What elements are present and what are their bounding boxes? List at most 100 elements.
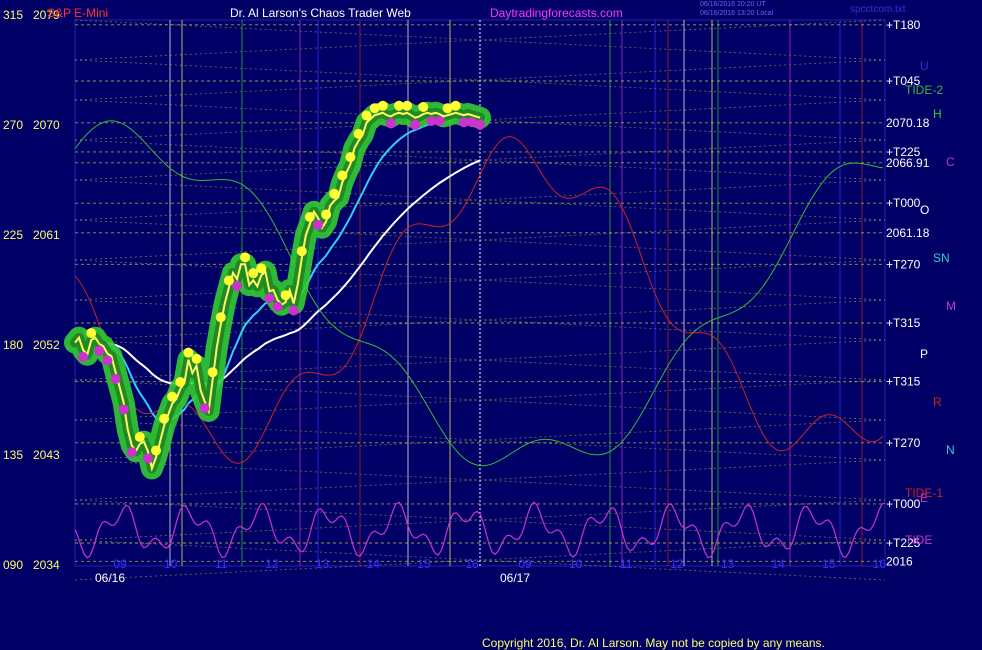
buy-marker bbox=[280, 290, 291, 301]
timestamp-ut: 06/16/2016 20:20 UT bbox=[700, 1, 766, 8]
planet-label: M bbox=[946, 299, 956, 313]
sell-marker bbox=[102, 355, 113, 366]
planet-label: H bbox=[933, 107, 942, 121]
buy-marker bbox=[345, 152, 356, 163]
site-link[interactable]: Daytradingforecasts.com bbox=[490, 6, 623, 20]
hour-tick-label: 12 bbox=[670, 557, 684, 571]
angle-tick-label: 180 bbox=[3, 338, 23, 352]
sell-marker bbox=[232, 281, 242, 291]
right-scale-label: 2016 bbox=[886, 554, 913, 568]
data-filename: spcctcom.txt bbox=[850, 4, 906, 15]
sell-marker bbox=[272, 301, 283, 312]
hour-tick-label: 14 bbox=[771, 557, 785, 571]
buy-marker bbox=[159, 413, 170, 424]
sell-marker bbox=[410, 119, 421, 130]
sell-marker bbox=[288, 305, 299, 316]
copyright-notice: Copyright 2016, Dr. Al Larson. May not b… bbox=[482, 636, 825, 650]
planet-label: U bbox=[920, 59, 929, 73]
sell-marker bbox=[199, 403, 210, 414]
buy-marker bbox=[256, 263, 267, 274]
chart-canvas: 09 10 11 12 13 14 15 16 09 10 11 12 13 14 15 16 06/16 06/… bbox=[3, 8, 956, 585]
buy-marker bbox=[86, 328, 97, 339]
sell-marker bbox=[126, 447, 137, 458]
planet-label: P bbox=[920, 347, 928, 361]
hour-tick-label: 09 bbox=[518, 557, 532, 571]
buy-marker bbox=[321, 209, 332, 220]
timestamp-local: 06/16/2016 13:20 Local bbox=[700, 10, 774, 17]
sell-marker bbox=[475, 119, 485, 130]
price-series bbox=[64, 101, 491, 480]
right-scale-label: +T315 bbox=[886, 316, 921, 330]
buy-marker bbox=[329, 188, 340, 199]
buy-marker bbox=[215, 312, 226, 323]
angle-tick-label: 090 bbox=[3, 558, 23, 572]
hour-tick-label: 11 bbox=[620, 557, 633, 571]
buy-marker bbox=[151, 445, 161, 456]
sell-marker bbox=[78, 351, 89, 362]
sell-marker bbox=[313, 219, 323, 230]
tide-label: TIDE-2 bbox=[905, 83, 943, 97]
slow-average-line bbox=[74, 159, 481, 386]
sell-marker bbox=[434, 116, 445, 126]
hour-tick-label: 12 bbox=[265, 557, 279, 571]
right-scale-label: 2070.18 bbox=[886, 116, 930, 130]
buy-marker bbox=[450, 100, 461, 111]
buy-marker bbox=[377, 100, 388, 111]
right-scale-label: +T270 bbox=[886, 436, 921, 450]
buy-marker bbox=[207, 367, 218, 378]
angle-tick-label: 270 bbox=[3, 118, 23, 132]
buy-marker bbox=[296, 246, 307, 257]
hour-tick-label: 16 bbox=[465, 557, 479, 571]
buy-marker bbox=[337, 170, 348, 181]
right-scale-label: 2066.91 bbox=[886, 156, 930, 170]
date-label: 06/17 bbox=[500, 571, 530, 585]
sell-marker bbox=[118, 404, 129, 415]
hour-tick-label: 13 bbox=[721, 557, 735, 571]
buy-marker bbox=[191, 353, 202, 364]
right-scale-label: +T270 bbox=[886, 257, 921, 271]
sell-marker bbox=[142, 453, 153, 464]
price-tick-label: 2043 bbox=[33, 448, 60, 462]
hour-tick-label: 14 bbox=[366, 557, 380, 571]
planet-label: SN bbox=[933, 251, 950, 265]
buy-marker bbox=[402, 100, 413, 111]
price-tick-label: 2052 bbox=[33, 338, 60, 352]
right-scale-label: 2061.18 bbox=[886, 226, 930, 240]
hour-tick-label: 15 bbox=[822, 557, 836, 571]
right-scale-label: +T180 bbox=[886, 18, 921, 32]
buy-marker bbox=[418, 102, 429, 112]
hour-tick-label: 16 bbox=[873, 557, 887, 571]
right-scale-label: +T315 bbox=[886, 375, 921, 389]
sell-marker bbox=[94, 345, 105, 356]
hour-tick-label: 13 bbox=[316, 557, 330, 571]
hour-tick-label: 10 bbox=[164, 557, 178, 571]
price-tick-label: 2061 bbox=[33, 228, 60, 242]
angle-tick-label: 315 bbox=[3, 8, 23, 22]
planet-label: O bbox=[920, 203, 929, 217]
hour-tick-label: 09 bbox=[113, 557, 127, 571]
hour-tick-label: 15 bbox=[417, 557, 431, 571]
sell-marker bbox=[110, 373, 121, 384]
right-scale-label: +T000 bbox=[886, 196, 921, 210]
hour-tick-label: 10 bbox=[569, 557, 583, 571]
tide-label: TIDE-1 bbox=[905, 486, 943, 500]
planet-label: C bbox=[946, 155, 955, 169]
buy-marker bbox=[175, 377, 186, 387]
price-tick-label: 2070 bbox=[33, 118, 60, 132]
buy-marker bbox=[167, 391, 178, 402]
chaos-trader-chart: 09 10 11 12 13 14 15 16 09 10 11 12 13 14 15 16 06/16 06/… bbox=[0, 0, 982, 650]
angle-tick-label: 225 bbox=[3, 228, 23, 242]
sell-marker bbox=[264, 293, 275, 304]
buy-marker bbox=[361, 110, 372, 121]
page-title: Dr. Al Larson's Chaos Trader Web bbox=[230, 6, 411, 20]
sell-marker bbox=[385, 118, 396, 129]
date-label: 06/16 bbox=[95, 571, 125, 585]
planet-label: N bbox=[946, 443, 955, 457]
hour-tick-label: 11 bbox=[215, 557, 228, 571]
planet-label: R bbox=[933, 395, 942, 409]
buy-marker bbox=[240, 252, 251, 263]
buy-marker bbox=[134, 432, 145, 442]
instrument-label: S&P E-Mini bbox=[47, 6, 109, 20]
buy-marker bbox=[353, 128, 364, 139]
price-tick-label: 2034 bbox=[33, 558, 60, 572]
